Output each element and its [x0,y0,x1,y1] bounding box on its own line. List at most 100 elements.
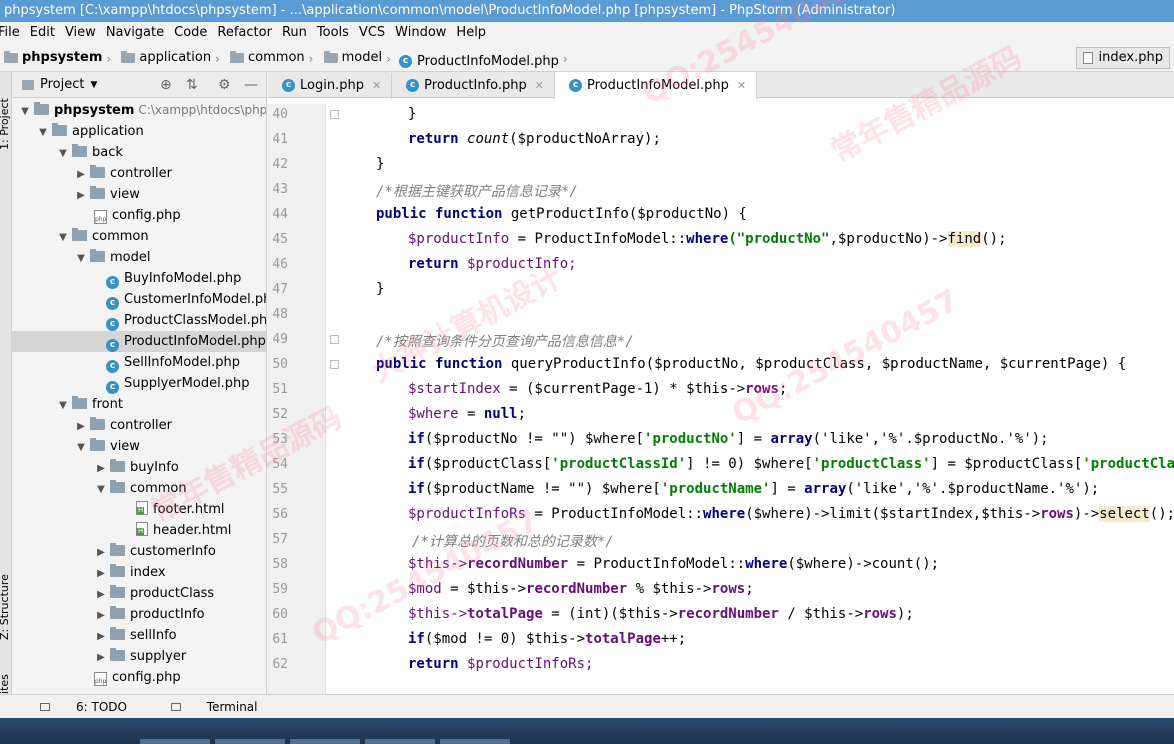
chevron-down-icon[interactable]: ▼ [56,143,70,163]
taskbar-item[interactable] [290,739,360,744]
tree-item-folder[interactable]: ▶ controller [12,163,266,184]
close-icon[interactable]: ✕ [737,79,746,92]
tree-item-file-selected[interactable]: c ProductInfoModel.php [12,331,266,352]
breadcrumb-model[interactable]: model [320,44,384,72]
tree-item-folder[interactable]: ▶ customerInfo [12,541,266,562]
tool-tab-project[interactable]: 1: Project [0,98,11,150]
menu-tools[interactable]: Tools [312,22,354,44]
folder-icon [72,396,87,409]
tree-item-file[interactable]: footer.html [12,499,266,520]
php-file-icon: php [94,210,107,224]
tab-productinfo[interactable]: c ProductInfo.php ✕ [392,72,556,99]
chevron-down-icon[interactable]: ▼ [18,101,32,121]
menu-run[interactable]: Run [277,22,312,44]
chevron-right-icon[interactable]: ▶ [94,584,108,604]
tree-item-file[interactable]: c SellInfoModel.php [12,352,266,373]
tree-item-folder[interactable]: ▶ productInfo [12,604,266,625]
locate-icon[interactable]: ⊕ [160,77,172,93]
taskbar-item[interactable] [215,739,285,744]
menu-vcs[interactable]: VCS [354,22,390,44]
tree-item-file[interactable]: php config.php [12,205,266,226]
tree-item-folder[interactable]: ▼ model [12,247,266,268]
chevron-right-icon[interactable]: ▶ [94,458,108,478]
class-icon: c [106,381,119,394]
code-line: $mod = $this->recordNumber % $this->rows… [408,581,754,597]
hide-icon[interactable]: — [244,77,258,93]
tree-item-file[interactable]: php config.php [12,667,266,688]
chevron-right-icon[interactable]: ▶ [94,647,108,667]
menu-help[interactable]: Help [451,22,491,44]
breadcrumb-project[interactable]: phpsystem [0,44,104,72]
chevron-right-icon[interactable]: ▶ [74,185,88,205]
menu-refactor[interactable]: Refactor [212,22,277,44]
taskbar-item[interactable] [440,739,510,744]
menu-file[interactable]: File [0,22,25,44]
project-icon [22,79,34,90]
chevron-right-icon[interactable]: ▶ [94,563,108,583]
tree-item-folder[interactable]: ▼ back [12,142,266,163]
menu-code[interactable]: Code [169,22,212,44]
chevron-down-icon[interactable]: ▼ [56,395,70,415]
taskbar-item[interactable] [140,739,210,744]
chevron-down-icon[interactable]: ▼ [74,437,88,457]
tree-item-folder[interactable]: ▼ view [12,436,266,457]
tree-item-root[interactable]: ▼phpsystemC:\xampp\htdocs\phpsy [12,100,266,121]
file-icon [1082,52,1093,64]
tree-item-folder[interactable]: ▶ supplyer [12,646,266,667]
tool-tab-structure[interactable]: Z: Structure [0,574,11,640]
fold-marker[interactable] [330,110,339,119]
chevron-down-icon[interactable]: ▼ [74,248,88,268]
window-title: phpsystem [C:\xampp\htdocs\phpsystem] - … [4,3,896,18]
chevron-right-icon[interactable]: ▶ [74,164,88,184]
chevron-right-icon[interactable]: ▶ [94,542,108,562]
menu-window[interactable]: Window [390,22,451,44]
todo-tab[interactable]: 6: TODO [20,695,127,719]
taskbar-item[interactable] [365,739,435,744]
tree-item-file[interactable]: c BuyInfoModel.php [12,268,266,289]
chevron-down-icon[interactable]: ▼ [90,80,97,90]
chevron-down-icon[interactable]: ▼ [94,479,108,499]
project-panel: Project ▼ ⊕ ⇅ ⚙ — ▼ phpsystem C:\xampp\htdo… [12,72,267,694]
chevron-right-icon[interactable]: ▶ [74,416,88,436]
collapse-icon[interactable]: ⇅ [186,77,198,93]
chevron-right-icon: › [106,52,112,66]
chevron-down-icon[interactable]: ▼ [36,122,50,142]
tree-item-folder[interactable]: ▶ productClass [12,583,266,604]
tree-item-folder[interactable]: ▼ common [12,226,266,247]
tab-login[interactable]: c Login.php ✕ [268,72,393,99]
tree-item-folder[interactable]: ▶ index [12,562,266,583]
menu-edit[interactable]: Edit [25,22,60,44]
chevron-right-icon[interactable]: ▶ [94,605,108,625]
tab-productinfomodel[interactable]: c ProductInfoModel.php ✕ [555,72,758,99]
tree-item-folder[interactable]: ▼ application [12,121,266,142]
chevron-right-icon[interactable]: ▶ [94,626,108,646]
tree-item-file[interactable]: c SupplyerModel.php [12,373,266,394]
tree-item-file[interactable]: c ProductClassModel.ph [12,310,266,331]
fold-marker[interactable] [330,335,339,344]
folder-icon [323,51,338,63]
menu-view[interactable]: View [60,22,101,44]
close-icon[interactable]: ✕ [535,79,544,92]
close-icon[interactable]: ✕ [372,79,381,92]
terminal-tab[interactable]: Terminal [151,695,258,719]
breadcrumb-application[interactable]: application [117,44,213,72]
tree-item-folder[interactable]: ▶ buyInfo [12,457,266,478]
folder-icon [110,480,125,493]
code-line: return $productInfo; [408,256,577,272]
tree-item-folder[interactable]: ▶ controller [12,415,266,436]
fold-marker[interactable] [330,360,339,369]
project-view-selector[interactable]: Project [40,77,84,92]
code-view[interactable]: 40 41 42 43 44 45 46 47 48 49 50 51 52 5… [268,104,1174,694]
chevron-right-icon: › [386,52,391,66]
breadcrumb-common[interactable]: common [226,44,307,72]
gear-icon[interactable]: ⚙ [218,77,231,93]
run-config-selector[interactable]: index.php [1075,47,1170,69]
tree-item-folder[interactable]: ▼ common [12,478,266,499]
tree-item-folder[interactable]: ▶ view [12,184,266,205]
menu-navigate[interactable]: Navigate [101,22,169,44]
tree-item-folder[interactable]: ▼ front [12,394,266,415]
tree-item-folder[interactable]: ▶ sellInfo [12,625,266,646]
chevron-down-icon[interactable]: ▼ [56,227,70,247]
tree-item-file[interactable]: c CustomerInfoModel.ph [12,289,266,310]
tree-item-file[interactable]: header.html [12,520,266,541]
